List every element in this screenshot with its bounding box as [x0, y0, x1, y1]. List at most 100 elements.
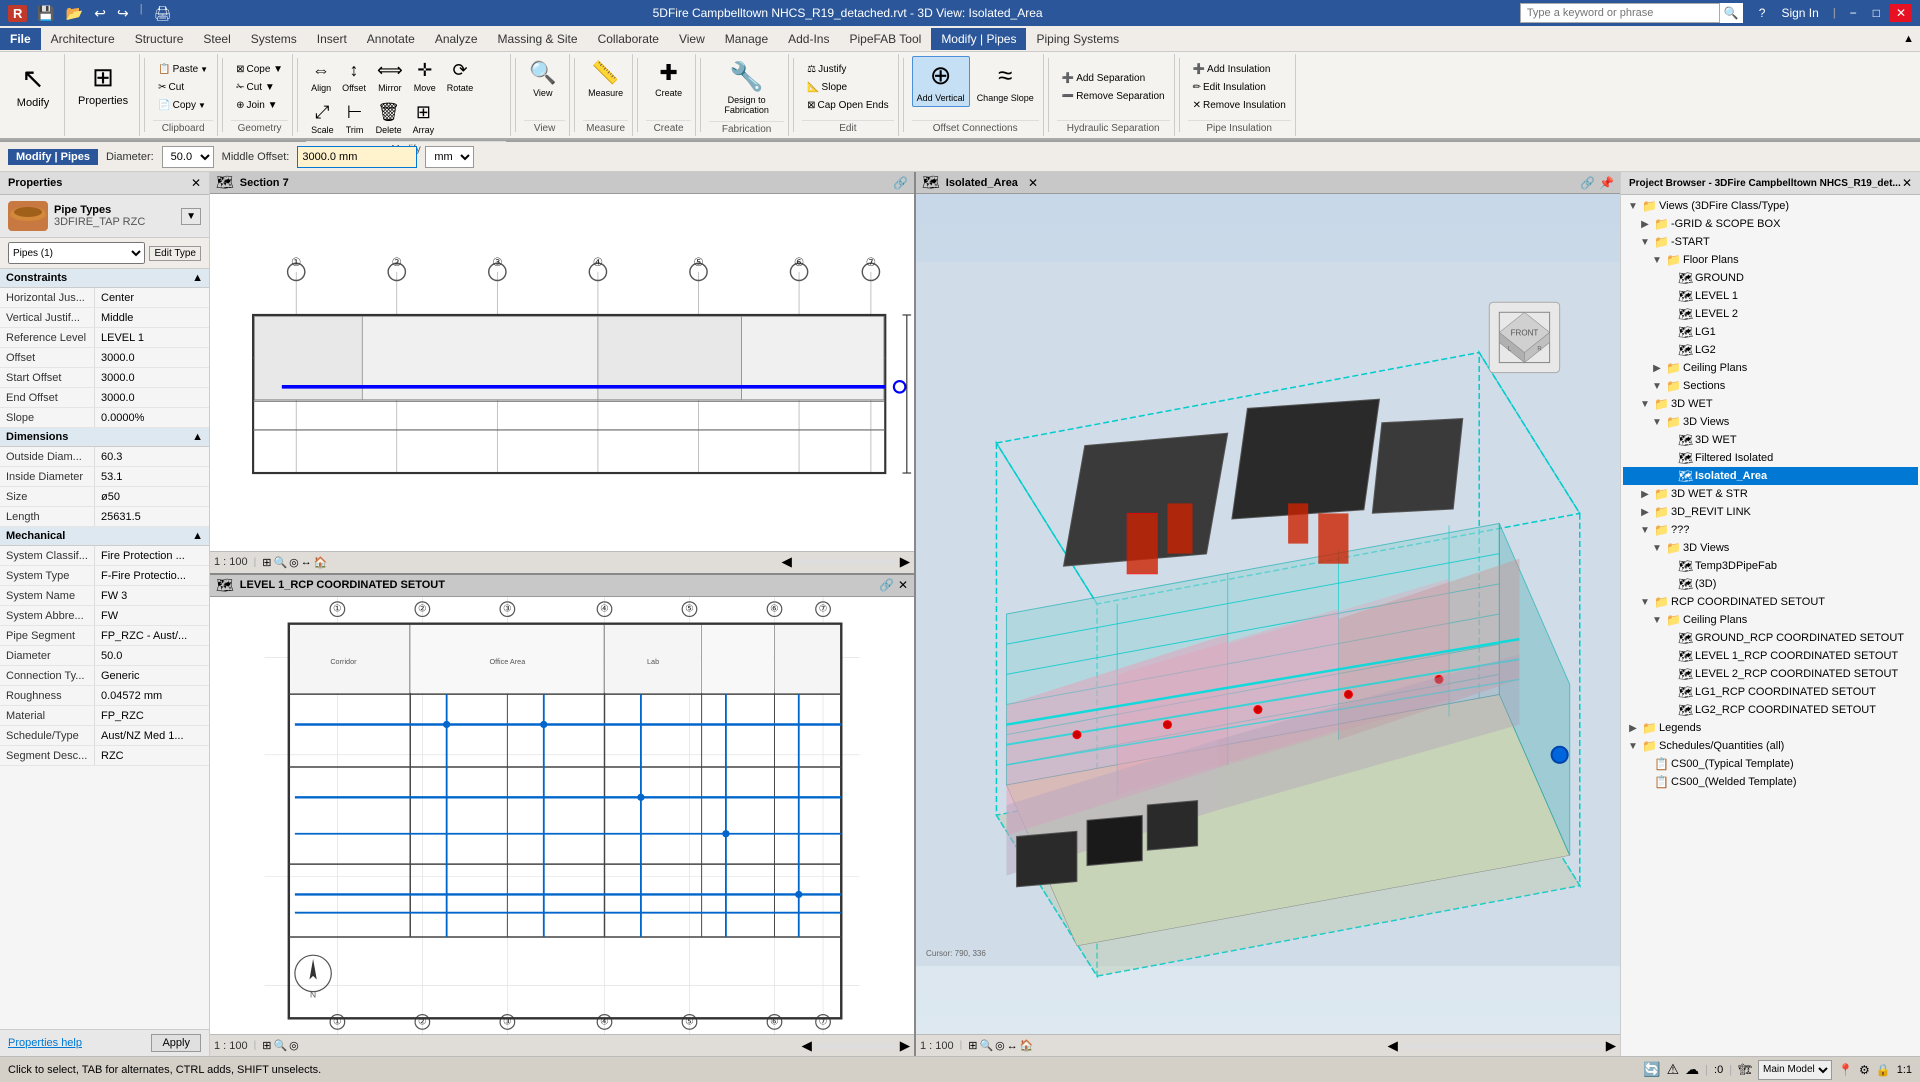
level1-rcp-scroll-left[interactable]: ◀ [802, 1038, 812, 1054]
status-model-select[interactable]: Main Model [1758, 1060, 1832, 1080]
menu-manage[interactable]: Manage [715, 28, 778, 50]
scale-btn[interactable]: ⤢ Scale [306, 98, 339, 139]
pb-rcp-ceiling-expand[interactable]: ▼ [1651, 615, 1663, 626]
properties-close-btn[interactable]: ✕ [191, 176, 201, 190]
menu-collaborate[interactable]: Collaborate [588, 28, 669, 50]
pb-temp3dpipefab[interactable]: 🗺 Temp3DPipeFab [1623, 557, 1918, 575]
slope-value[interactable]: 0.0000% [95, 408, 209, 427]
cut-btn[interactable]: ✂ Cut [153, 79, 189, 96]
pb-isolated-area[interactable]: 🗺 Isolated_Area [1623, 467, 1918, 485]
status-icon-cloud[interactable]: ☁ [1685, 1061, 1699, 1078]
horiz-jus-value[interactable]: Center [95, 288, 209, 307]
pb-views-root[interactable]: ▼ 📁 Views (3DFire Class/Type) [1623, 197, 1918, 215]
pb-legends-expand[interactable]: ▶ [1627, 723, 1639, 734]
end-offset-value[interactable]: 3000.0 [95, 388, 209, 407]
pipe-seg-value[interactable]: FP_RZC - Aust/... [95, 626, 209, 645]
isolated-view-btn5[interactable]: 🏠 [1020, 1039, 1034, 1052]
pb-rcp-setout-expand[interactable]: ▼ [1639, 597, 1651, 608]
isolated-scroll-right[interactable]: ▶ [1606, 1038, 1616, 1054]
pb-3d-views-1[interactable]: ▼ 📁 3D Views [1623, 413, 1918, 431]
redo-btn[interactable]: ↪ [113, 3, 133, 24]
section7-content[interactable]: ① ② ③ ④ ⑤ ⑥ ⑦ [210, 194, 914, 551]
status-icon3[interactable]: 🔒 [1876, 1063, 1891, 1077]
pb-sections[interactable]: ▼ 📁 Sections [1623, 377, 1918, 395]
pb-views-expand[interactable]: ▼ [1627, 201, 1639, 212]
edit-insulation-btn[interactable]: ✏ Edit Insulation [1188, 79, 1271, 96]
constraints-section-header[interactable]: Constraints ▲ [0, 269, 209, 288]
diameter-select[interactable]: 50.0 25.0 65.0 80.0 [162, 146, 214, 168]
status-icon-warning[interactable]: ⚠ [1667, 1061, 1680, 1078]
pb-floor-plans[interactable]: ▼ 📁 Floor Plans [1623, 251, 1918, 269]
status-icon-sync[interactable]: 🔄 [1643, 1061, 1660, 1078]
pb-3d-wet-view[interactable]: 🗺 3D WET [1623, 431, 1918, 449]
pb-3d-wet-str-expand[interactable]: ▶ [1639, 489, 1651, 500]
pb-3d-views-2[interactable]: ▼ 📁 3D Views [1623, 539, 1918, 557]
pb-schedules-expand[interactable]: ▼ [1627, 741, 1639, 752]
isolated-scroll-left[interactable]: ◀ [1388, 1038, 1398, 1054]
properties-help-link[interactable]: Properties help [8, 1037, 82, 1049]
prop-filter-select[interactable]: Pipes (1) [8, 242, 145, 264]
section7-scroll-right[interactable]: ▶ [900, 554, 910, 570]
section7-view-controls-btn3[interactable]: ◎ [289, 556, 299, 569]
mechanical-section-header[interactable]: Mechanical ▲ [0, 527, 209, 546]
menu-modify-pipes[interactable]: Modify | Pipes [931, 28, 1026, 50]
pb-grid-scope[interactable]: ▶ 📁 -GRID & SCOPE BOX [1623, 215, 1918, 233]
pb-lg1[interactable]: 🗺 LG1 [1623, 323, 1918, 341]
pb-cs00-welded[interactable]: 📋 CS00_(Welded Template) [1623, 773, 1918, 791]
pb-start[interactable]: ▼ 📁 -START [1623, 233, 1918, 251]
add-separation-btn[interactable]: ➕ Add Separation [1057, 70, 1150, 87]
menu-massing[interactable]: Massing & Site [488, 28, 588, 50]
print-btn[interactable]: 🖨 [150, 3, 176, 24]
start-offset-value[interactable]: 3000.0 [95, 368, 209, 387]
pb-rcp-ceiling[interactable]: ▼ 📁 Ceiling Plans [1623, 611, 1918, 629]
pb-3d-views-2-expand[interactable]: ▼ [1651, 543, 1663, 554]
menu-architecture[interactable]: Architecture [41, 28, 125, 50]
open-btn[interactable]: 📂 [62, 3, 87, 24]
pb-lg2[interactable]: 🗺 LG2 [1623, 341, 1918, 359]
menu-structure[interactable]: Structure [125, 28, 194, 50]
create-btn[interactable]: ✚ Create [646, 56, 691, 102]
pb-floor-plans-expand[interactable]: ▼ [1651, 255, 1663, 266]
maximize-btn[interactable]: □ [1867, 4, 1886, 22]
cap-open-ends-btn[interactable]: ⊠ Cap Open Ends [802, 97, 894, 114]
join-btn[interactable]: ⊕ Join ▼ [231, 97, 282, 114]
section7-sync-btn[interactable]: 🔗 [893, 176, 908, 190]
isolated-view-btn2[interactable]: 🔍 [979, 1039, 993, 1052]
level1-rcp-scroll-right[interactable]: ▶ [900, 1038, 910, 1054]
pb-filtered-isolated[interactable]: 🗺 Filtered Isolated [1623, 449, 1918, 467]
material-value[interactable]: FP_RZC [95, 706, 209, 725]
save-btn[interactable]: 💾 [33, 3, 58, 24]
mirror-pick-axis-btn[interactable]: ⟺ Mirror [372, 56, 408, 97]
design-to-fab-btn[interactable]: 🔧 Design to Fabrication [709, 56, 784, 119]
level1-rcp-sync-btn[interactable]: 🔗 [879, 578, 894, 592]
minimize-btn[interactable]: − [1844, 4, 1863, 22]
copy-dropdown[interactable]: ▼ [198, 101, 206, 110]
offset-value[interactable]: 3000.0 [95, 348, 209, 367]
undo-btn[interactable]: ↩ [90, 3, 110, 24]
copy-btn[interactable]: 📄 Copy ▼ [153, 97, 211, 114]
level1-rcp-view-btn1[interactable]: ⊞ [262, 1039, 271, 1052]
ribbon-toggle[interactable]: ▲ [1897, 29, 1920, 49]
pb-3d-views-1-expand[interactable]: ▼ [1651, 417, 1663, 428]
pb-ceiling-plans[interactable]: ▶ 📁 Ceiling Plans [1623, 359, 1918, 377]
isolated-pin-btn[interactable]: 📌 [1599, 176, 1614, 190]
array-btn[interactable]: ⊞ Array [408, 98, 440, 139]
pb-3d-wet-expand[interactable]: ▼ [1639, 399, 1651, 410]
move-btn[interactable]: ✛ Move [409, 56, 441, 97]
pb-rcp-setout[interactable]: ▼ 📁 RCP COORDINATED SETOUT [1623, 593, 1918, 611]
level1-rcp-scrollbar[interactable] [816, 1043, 896, 1049]
pb-3d-wet-str[interactable]: ▶ 📁 3D WET & STR [1623, 485, 1918, 503]
section7-view-controls-btn4[interactable]: ↔ [301, 556, 312, 568]
pb-grid-expand[interactable]: ▶ [1639, 219, 1651, 230]
ref-level-value[interactable]: LEVEL 1 [95, 328, 209, 347]
pb-level2[interactable]: 🗺 LEVEL 2 [1623, 305, 1918, 323]
menu-annotate[interactable]: Annotate [357, 28, 425, 50]
add-insulation-btn[interactable]: ➕ Add Insulation [1188, 61, 1276, 78]
menu-view[interactable]: View [669, 28, 715, 50]
pb-qqq-expand[interactable]: ▼ [1639, 525, 1651, 536]
search-input[interactable] [1520, 3, 1720, 23]
menu-steel[interactable]: Steel [193, 28, 240, 50]
pb-lg1-rcp[interactable]: 🗺 LG1_RCP COORDINATED SETOUT [1623, 683, 1918, 701]
pb-ceiling-plans-expand[interactable]: ▶ [1651, 363, 1663, 374]
menu-analyze[interactable]: Analyze [425, 28, 488, 50]
